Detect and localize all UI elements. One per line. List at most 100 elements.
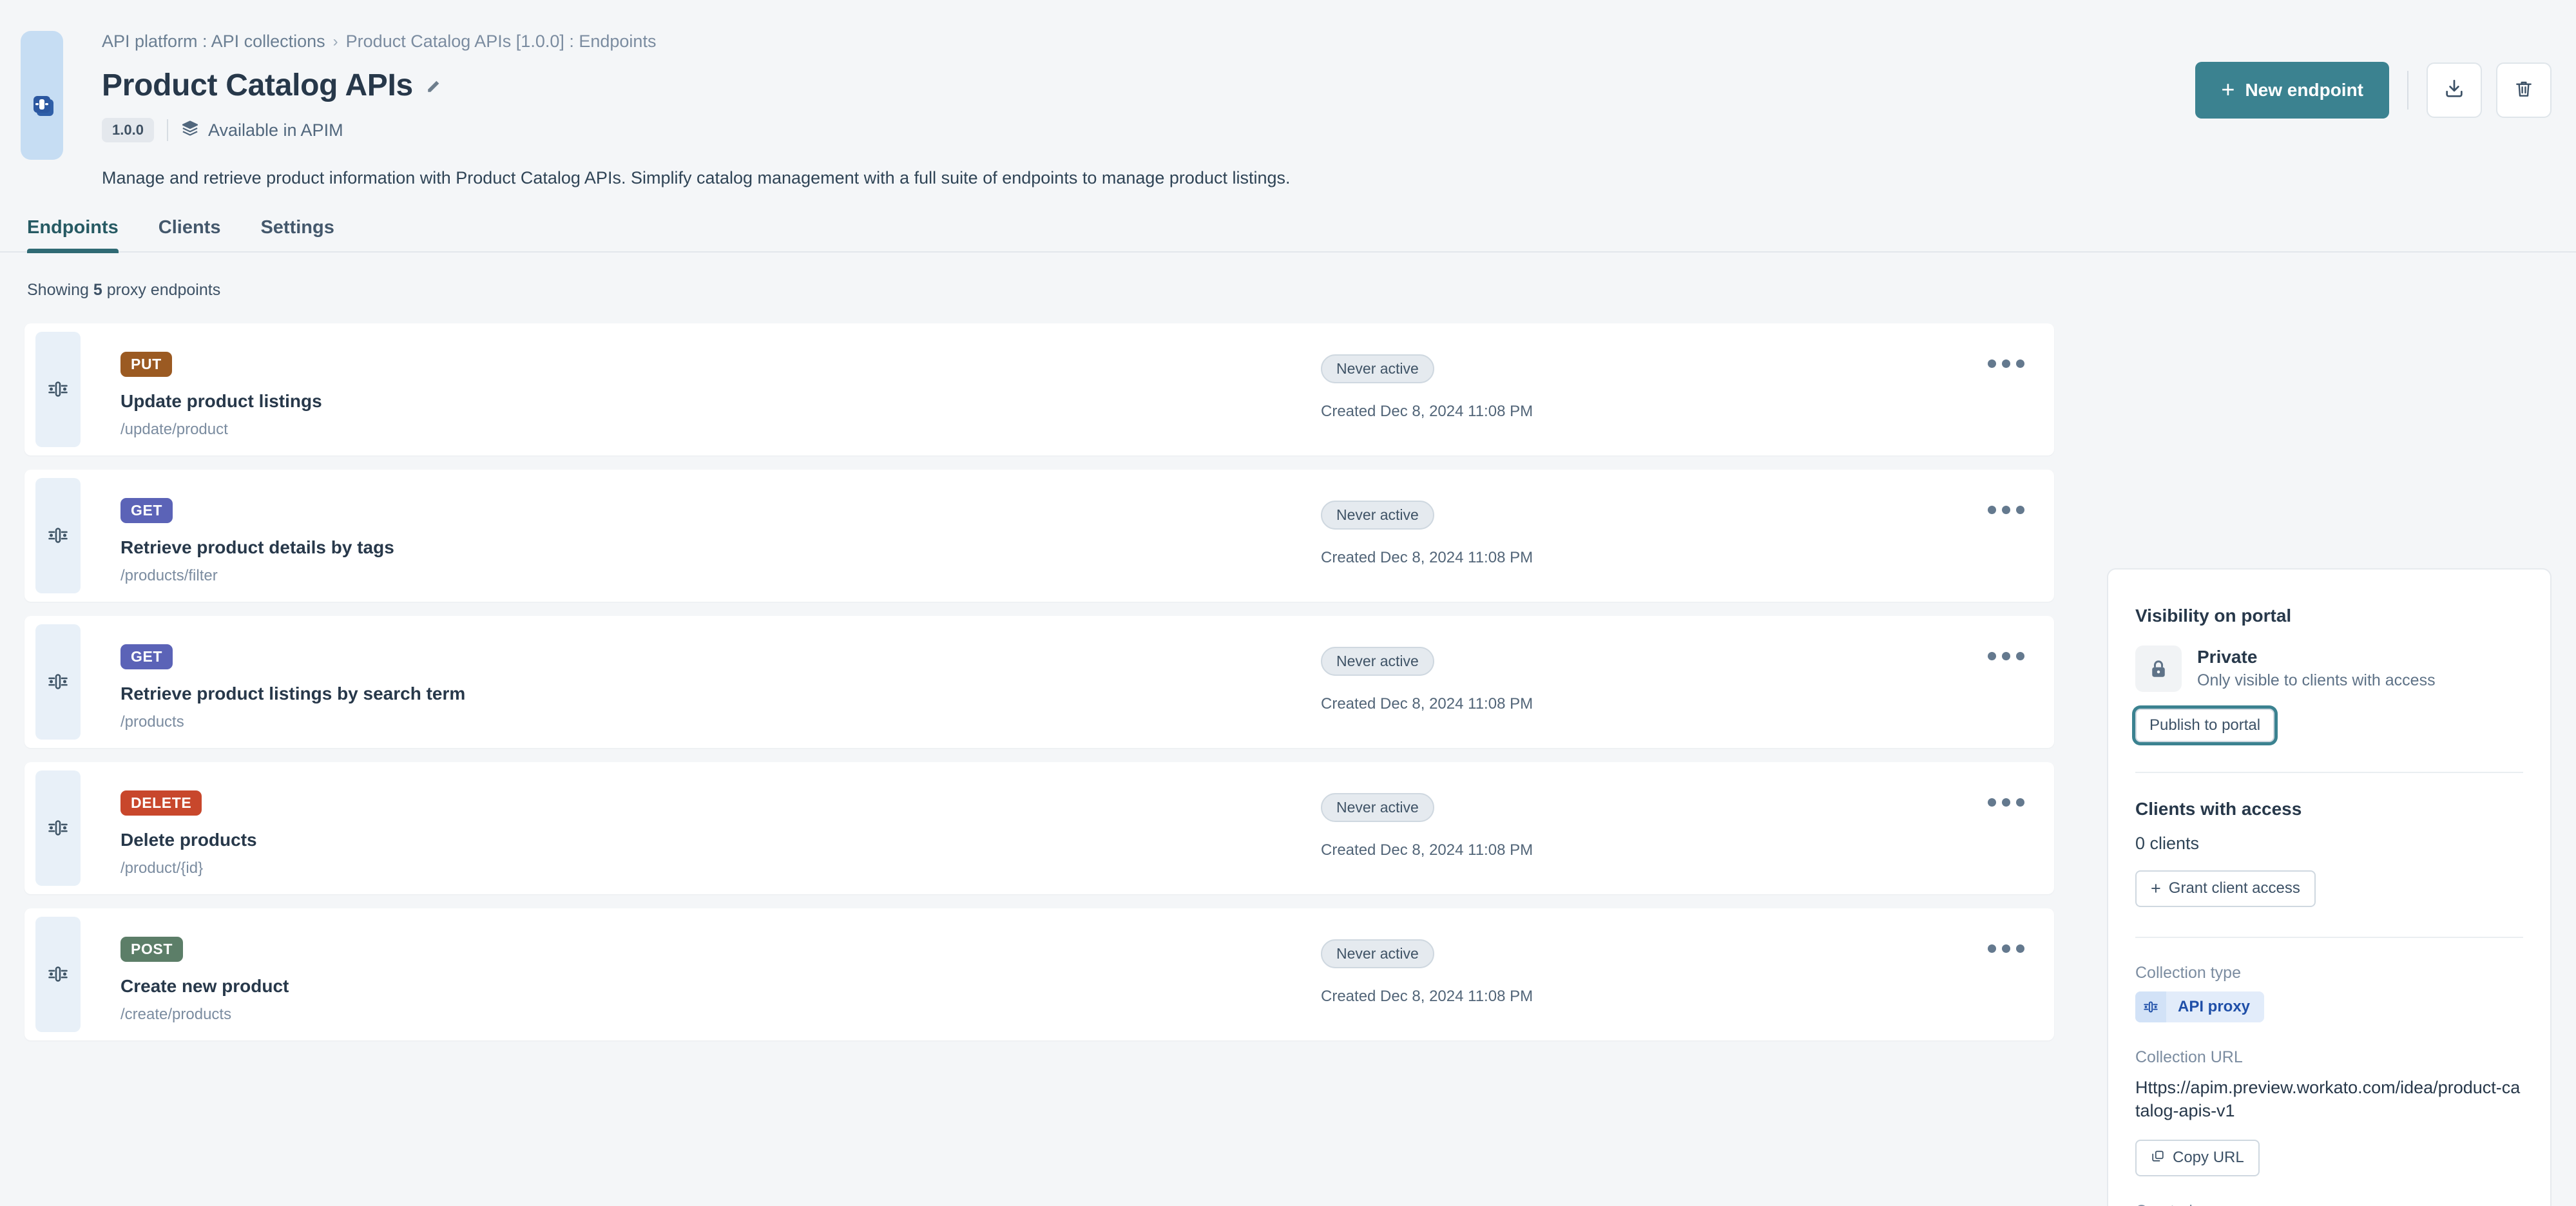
endpoint-created: Created Dec 8, 2024 11:08 PM — [1321, 402, 1533, 420]
status-badge: Never active — [1321, 939, 1434, 968]
visibility-subtext: Only visible to clients with access — [2197, 671, 2436, 690]
row-main: DELETE Delete products /product/{id} Nev… — [81, 762, 2054, 894]
showing-count-text: Showing 5 proxy endpoints — [0, 253, 2576, 300]
api-proxy-icon — [35, 916, 81, 1032]
endpoint-name[interactable]: Retrieve product details by tags — [120, 537, 2054, 558]
row-main: POST Create new product /create/products… — [81, 908, 2054, 1040]
api-proxy-icon — [35, 624, 81, 740]
endpoint-name[interactable]: Retrieve product listings by search term — [120, 684, 2054, 704]
copy-url-button[interactable]: Copy URL — [2135, 1139, 2260, 1176]
export-collection-button[interactable] — [2427, 62, 2482, 118]
collection-type-label: Collection type — [2135, 963, 2241, 982]
details-side-panel: Visibility on portal Private Only visibl… — [2107, 568, 2552, 1206]
visibility-row: Private Only visible to clients with acc… — [2135, 645, 2523, 692]
apim-availability-text: Available in APIM — [207, 120, 343, 140]
lock-icon — [2135, 645, 2182, 692]
page-header: API platform : API collections › Product… — [0, 0, 2576, 253]
status-badge: Never active — [1321, 500, 1434, 530]
endpoint-path: /update/product — [120, 420, 228, 438]
breadcrumb-current: Product Catalog APIs [1.0.0] : Endpoints — [345, 32, 657, 52]
publish-to-portal-button[interactable]: Publish to portal — [2135, 708, 2275, 742]
row-main: GET Retrieve product details by tags /pr… — [81, 470, 2054, 602]
clients-count: 0 clients — [2135, 833, 2200, 853]
visibility-text-block: Private Only visible to clients with acc… — [2197, 647, 2436, 690]
api-proxy-icon — [2135, 991, 2166, 1022]
method-badge: GET — [120, 644, 173, 669]
tab-endpoints[interactable]: Endpoints — [27, 216, 119, 253]
showing-count: 5 — [93, 280, 102, 299]
table-row[interactable]: GET Retrieve product listings by search … — [24, 615, 2054, 748]
clients-section: Clients with access 0 clients + Grant cl… — [2135, 799, 2523, 907]
row-status: Never active Created Dec 8, 2024 11:08 P… — [1321, 792, 1707, 859]
kebab-menu-icon[interactable] — [1983, 793, 2030, 812]
breadcrumb: API platform : API collections › Product… — [102, 31, 2576, 53]
breadcrumb-link-api-collections[interactable]: API platform : API collections — [102, 30, 325, 53]
endpoint-path: /products/filter — [120, 566, 218, 584]
endpoint-name[interactable]: Create new product — [120, 976, 2054, 997]
new-endpoint-label: New endpoint — [2245, 80, 2363, 100]
endpoint-name[interactable]: Delete products — [120, 830, 2054, 850]
endpoints-list: PUT Update product listings /update/prod… — [24, 323, 2054, 1055]
status-badge: Never active — [1321, 646, 1434, 676]
actions-divider — [2407, 71, 2408, 110]
trash-icon — [2514, 79, 2534, 102]
table-row[interactable]: DELETE Delete products /product/{id} Nev… — [24, 761, 2054, 894]
header-body: API platform : API collections › Product… — [0, 0, 2576, 190]
table-row[interactable]: PUT Update product listings /update/prod… — [24, 323, 2054, 455]
api-proxy-icon — [35, 477, 81, 593]
table-row[interactable]: POST Create new product /create/products… — [24, 908, 2054, 1040]
header-actions: + New endpoint — [2195, 62, 2552, 119]
kebab-menu-icon[interactable] — [1983, 939, 2030, 958]
tab-settings[interactable]: Settings — [260, 217, 334, 251]
copy-icon — [2151, 1149, 2165, 1167]
tabs-bar: Endpoints Clients Settings — [0, 217, 2576, 253]
plus-icon: + — [2221, 75, 2235, 102]
apim-availability: Available in APIM — [181, 119, 343, 142]
api-proxy-icon — [35, 770, 81, 886]
endpoint-created: Created Dec 8, 2024 11:08 PM — [1321, 841, 1533, 859]
collection-url-label: Collection URL — [2135, 1048, 2243, 1066]
header-meta-row: 1.0.0 Available in APIM — [102, 116, 2576, 144]
method-badge: GET — [120, 497, 173, 523]
showing-prefix: Showing — [27, 280, 93, 299]
content-area: Showing 5 proxy endpoints PUT Update pro… — [0, 253, 2576, 1206]
visibility-value: Private — [2197, 647, 2258, 667]
endpoint-created: Created Dec 8, 2024 11:08 PM — [1321, 987, 1533, 1005]
pencil-icon[interactable] — [426, 77, 443, 94]
grant-client-access-label: Grant client access — [2168, 879, 2300, 897]
version-badge: 1.0.0 — [102, 118, 154, 143]
collection-type-value: API proxy — [2178, 997, 2251, 1015]
tab-settings-label: Settings — [260, 216, 334, 238]
api-collection-icon — [31, 93, 57, 119]
meta-divider — [166, 119, 168, 142]
showing-suffix: proxy endpoints — [102, 280, 221, 299]
copy-url-label: Copy URL — [2173, 1149, 2244, 1167]
method-badge: POST — [120, 936, 184, 962]
endpoint-created: Created Dec 8, 2024 11:08 PM — [1321, 548, 1533, 566]
endpoint-path: /products — [120, 713, 184, 731]
endpoint-created: Created Dec 8, 2024 11:08 PM — [1321, 694, 1533, 713]
breadcrumb-separator-icon: › — [332, 33, 338, 51]
divider — [2135, 771, 2523, 773]
table-row[interactable]: GET Retrieve product details by tags /pr… — [24, 469, 2054, 602]
endpoint-path: /product/{id} — [120, 859, 204, 877]
delete-collection-button[interactable] — [2496, 62, 2552, 118]
clients-heading: Clients with access — [2135, 798, 2302, 819]
api-collection-page: API platform : API collections › Product… — [0, 0, 2576, 1206]
kebab-menu-icon[interactable] — [1983, 647, 2030, 665]
row-status: Never active Created Dec 8, 2024 11:08 P… — [1321, 939, 1707, 1006]
row-status: Never active Created Dec 8, 2024 11:08 P… — [1321, 646, 1707, 713]
row-status: Never active Created Dec 8, 2024 11:08 P… — [1321, 500, 1707, 567]
endpoint-name[interactable]: Update product listings — [120, 391, 2054, 412]
created-section: Created Dec 8, 2024 11:08 PM — [2135, 1202, 2523, 1206]
tab-endpoints-label: Endpoints — [27, 216, 119, 238]
grant-client-access-button[interactable]: + Grant client access — [2135, 870, 2316, 907]
kebab-menu-icon[interactable] — [1983, 501, 2030, 519]
created-label: Created — [2135, 1202, 2523, 1206]
kebab-menu-icon[interactable] — [1983, 354, 2030, 373]
plus-icon: + — [2151, 878, 2161, 898]
new-endpoint-button[interactable]: + New endpoint — [2195, 62, 2389, 119]
method-badge: PUT — [120, 351, 172, 377]
tabs: Endpoints Clients Settings — [27, 216, 2576, 253]
tab-clients[interactable]: Clients — [159, 217, 221, 251]
